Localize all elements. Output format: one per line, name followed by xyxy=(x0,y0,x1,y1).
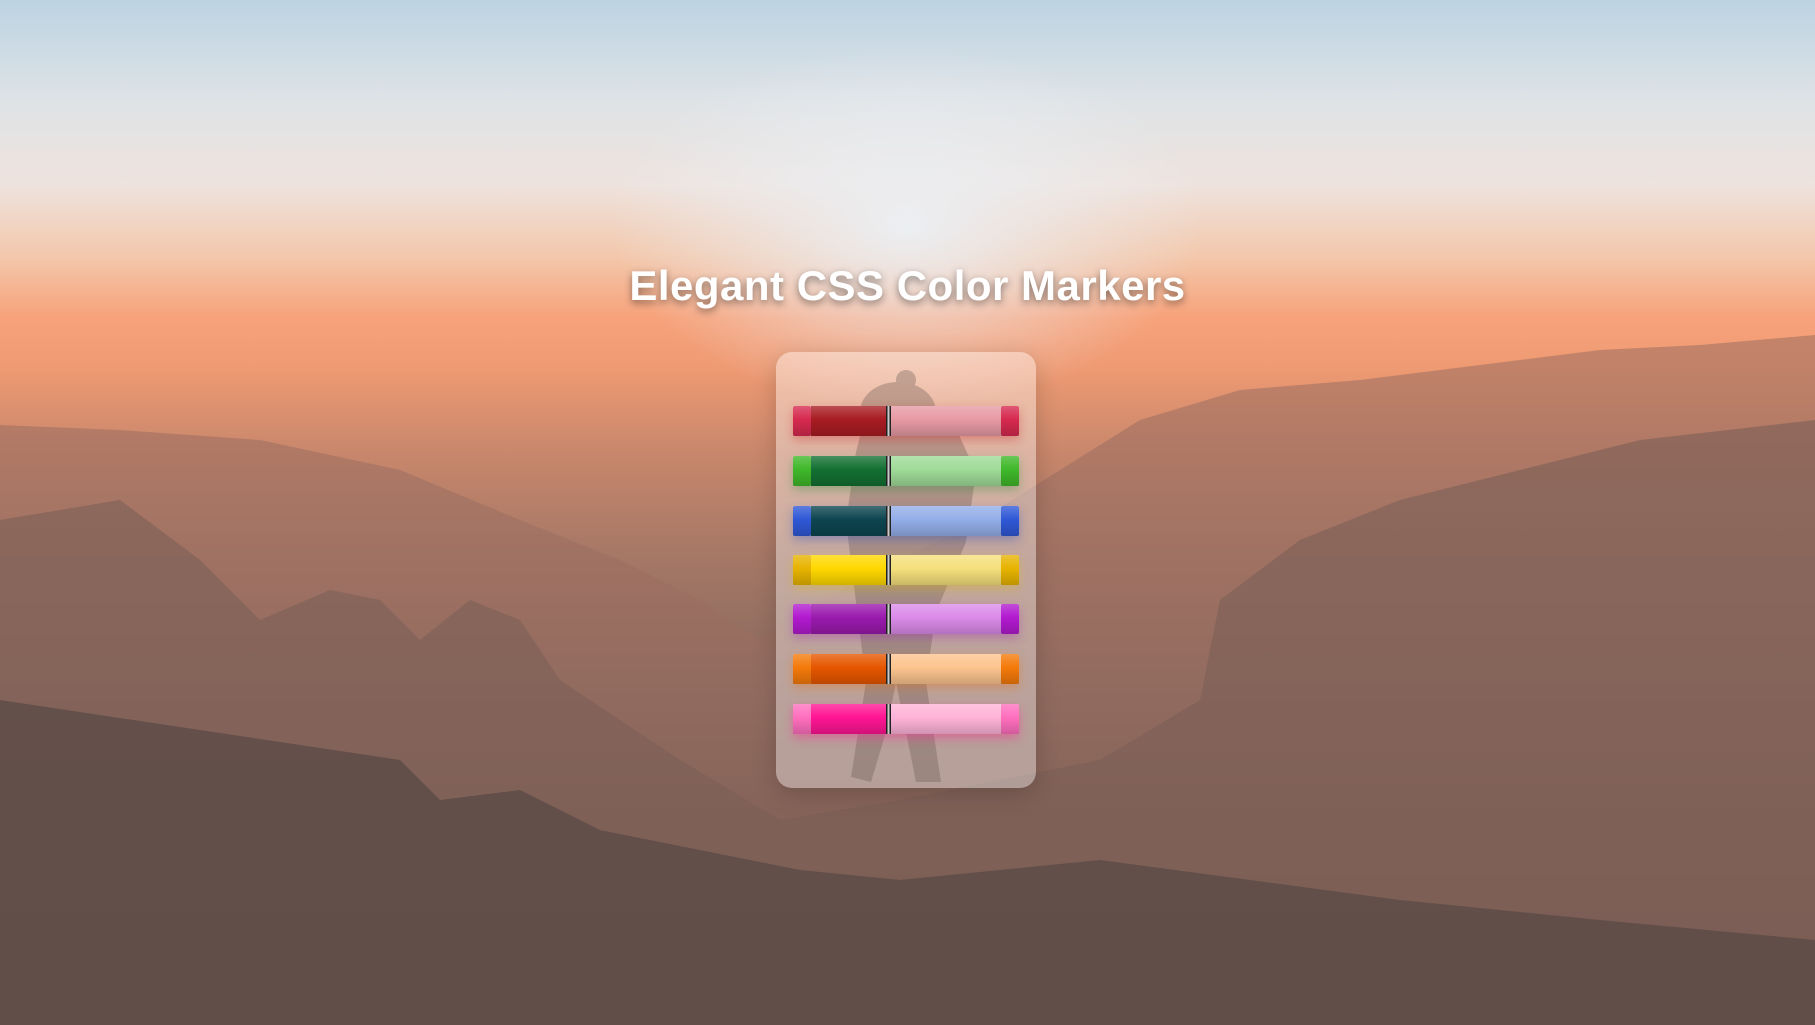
marker-green-body xyxy=(811,456,886,486)
marker-pink-body xyxy=(811,704,886,734)
marker-purple-right-cap xyxy=(1001,604,1019,634)
marker-blue-body xyxy=(811,506,886,536)
marker-pink-tail xyxy=(891,704,1001,734)
marker-pink[interactable] xyxy=(793,704,1019,734)
marker-yellow[interactable] xyxy=(793,555,1019,585)
marker-purple[interactable] xyxy=(793,604,1019,634)
marker-blue[interactable] xyxy=(793,506,1019,536)
page-title: Elegant CSS Color Markers xyxy=(629,262,1186,309)
marker-red-left-cap xyxy=(793,406,811,436)
marker-pink-left-cap xyxy=(793,704,811,734)
marker-yellow-tail xyxy=(891,555,1001,585)
marker-orange[interactable] xyxy=(793,654,1019,684)
marker-green-right-cap xyxy=(1001,456,1019,486)
marker-purple-tail xyxy=(891,604,1001,634)
marker-red[interactable] xyxy=(793,406,1019,436)
marker-yellow-left-cap xyxy=(793,555,811,585)
marker-red-tail xyxy=(891,406,1001,436)
marker-pink-right-cap xyxy=(1001,704,1019,734)
marker-purple-body xyxy=(811,604,886,634)
marker-orange-left-cap xyxy=(793,654,811,684)
marker-purple-left-cap xyxy=(793,604,811,634)
markers-card xyxy=(776,352,1036,788)
marker-blue-right-cap xyxy=(1001,506,1019,536)
marker-red-body xyxy=(811,406,886,436)
marker-yellow-right-cap xyxy=(1001,555,1019,585)
marker-blue-left-cap xyxy=(793,506,811,536)
marker-orange-body xyxy=(811,654,886,684)
marker-orange-tail xyxy=(891,654,1001,684)
marker-orange-right-cap xyxy=(1001,654,1019,684)
marker-green-left-cap xyxy=(793,456,811,486)
marker-red-right-cap xyxy=(1001,406,1019,436)
marker-green[interactable] xyxy=(793,456,1019,486)
marker-yellow-body xyxy=(811,555,886,585)
marker-green-tail xyxy=(891,456,1001,486)
marker-blue-tail xyxy=(891,506,1001,536)
